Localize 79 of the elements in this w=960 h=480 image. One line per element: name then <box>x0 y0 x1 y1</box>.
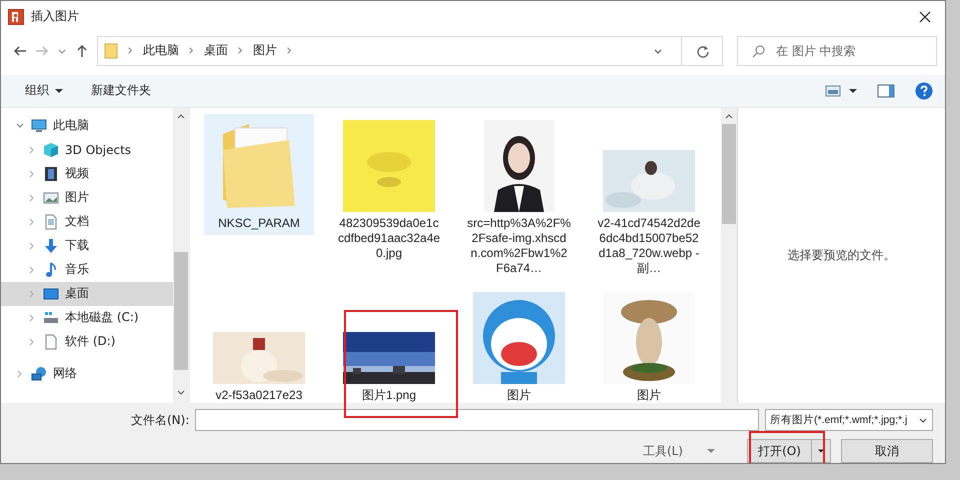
forward-arrow-icon[interactable] <box>35 44 49 58</box>
app-icon <box>8 8 24 25</box>
scroll-up-icon[interactable] <box>176 112 186 120</box>
file-item[interactable]: 图片1.png <box>334 286 444 404</box>
file-name: 图片 <box>506 388 532 403</box>
filename-label: 文件名(N): <box>131 412 190 429</box>
breadcrumb-item[interactable]: 此电脑 <box>143 42 179 60</box>
nav-item[interactable]: 文档 <box>1 210 173 234</box>
chevron-right-icon <box>236 46 245 56</box>
cancel-button[interactable]: 取消 <box>841 439 933 463</box>
nav-item[interactable]: 网络 <box>1 362 173 386</box>
folder-icon <box>104 42 118 59</box>
window-title: 插入图片 <box>31 8 80 26</box>
preview-pane-icon[interactable] <box>877 84 895 98</box>
view-icon[interactable] <box>825 84 841 97</box>
nav-item[interactable]: 软件 (D:) <box>1 330 173 354</box>
computer-icon <box>31 118 47 134</box>
file-name: NKSC_PARAM <box>217 216 301 231</box>
search-input[interactable]: 在 图片 中搜索 <box>774 42 928 59</box>
chevron-right-icon <box>187 46 196 56</box>
search-icon <box>752 44 766 58</box>
file-type-dropdown[interactable]: 所有图片(*.emf;*.wmf;*.jpg;*.j <box>765 409 933 432</box>
caret-icon <box>55 86 63 95</box>
nav-item[interactable]: 图片 <box>1 186 173 210</box>
nav-item[interactable]: 下载 <box>1 234 173 258</box>
breadcrumb-item[interactable]: 桌面 <box>204 42 228 60</box>
organize-button[interactable]: 组织 <box>21 80 67 102</box>
music-note-icon <box>43 262 59 278</box>
network-icon <box>31 366 47 382</box>
scroll-up-icon[interactable] <box>724 112 734 120</box>
file-item[interactable]: NKSC_PARAM <box>204 114 314 235</box>
nav-item[interactable]: 音乐 <box>1 258 173 282</box>
address-bar[interactable]: 此电脑 桌面 图片 <box>97 36 723 66</box>
open-button[interactable]: 打开(O) <box>747 439 811 463</box>
file-name: v2-41cd74542d2de6dc4bd15007be52d1a8_720w.webp - 副… <box>597 216 701 276</box>
new-folder-button[interactable]: 新建文件夹 <box>87 80 155 102</box>
file-name: 482309539da0e1ccdfbed91aac32a4e0.jpg <box>337 216 441 261</box>
file-name: 图片1.png <box>360 388 418 403</box>
preview-message: 选择要预览的文件。 <box>788 246 896 264</box>
open-dropdown-button[interactable] <box>811 439 831 463</box>
file-item[interactable]: v2-41cd74542d2de6dc4bd15007be52d1a8_720w.webp - 副… <box>594 114 704 280</box>
nav-item[interactable]: 3D Objects <box>1 138 173 162</box>
nav-item[interactable]: 桌面 <box>1 282 173 306</box>
file-item[interactable]: 图片 <box>464 286 574 404</box>
scrollbar[interactable] <box>721 108 737 404</box>
scrollbar[interactable] <box>173 108 189 404</box>
dropdown-caret-icon[interactable] <box>849 86 857 95</box>
file-item[interactable]: 482309539da0e1ccdfbed91aac32a4e0.jpg <box>334 114 444 265</box>
filename-field[interactable] <box>195 409 759 432</box>
cube-icon <box>43 142 59 158</box>
file-item[interactable]: 图片 <box>594 286 704 404</box>
file-icon <box>43 334 59 350</box>
search-field[interactable]: 在 图片 中搜索 <box>737 36 937 66</box>
desktop-icon <box>43 286 59 302</box>
down-arrow-icon <box>43 238 59 254</box>
film-icon <box>43 166 59 182</box>
file-item[interactable]: src=http%3A%2F%2Fsafe-img.xhscdn.com%2Fbw1%2F6a74… <box>464 114 574 280</box>
breadcrumb-item[interactable]: 图片 <box>253 42 277 60</box>
nav-item[interactable]: 此电脑 <box>1 114 173 138</box>
nav-item[interactable]: 视频 <box>1 162 173 186</box>
caret-icon <box>818 447 824 456</box>
nav-item[interactable]: 本地磁盘 (C:) <box>1 306 173 330</box>
image-icon <box>43 190 59 206</box>
back-arrow-icon[interactable] <box>13 44 27 58</box>
file-name: v2-f53a0217e23 <box>214 388 304 403</box>
tools-button[interactable]: 工具(L) <box>636 442 721 461</box>
document-icon <box>43 214 59 230</box>
drive-icon <box>43 310 59 326</box>
file-name: 图片 <box>636 388 662 403</box>
up-arrow-icon[interactable] <box>75 44 89 58</box>
help-icon[interactable] <box>915 82 933 100</box>
file-name: src=http%3A%2F%2Fsafe-img.xhscdn.com%2Fbw1%2F6a74… <box>467 216 571 276</box>
caret-icon <box>707 447 715 456</box>
chevron-right-icon <box>126 46 135 56</box>
chevron-right-icon <box>285 46 294 56</box>
file-item[interactable]: v2-f53a0217e23 <box>204 286 314 404</box>
refresh-icon[interactable] <box>696 44 710 58</box>
close-icon[interactable] <box>919 10 931 23</box>
scroll-down-icon[interactable] <box>176 389 186 398</box>
